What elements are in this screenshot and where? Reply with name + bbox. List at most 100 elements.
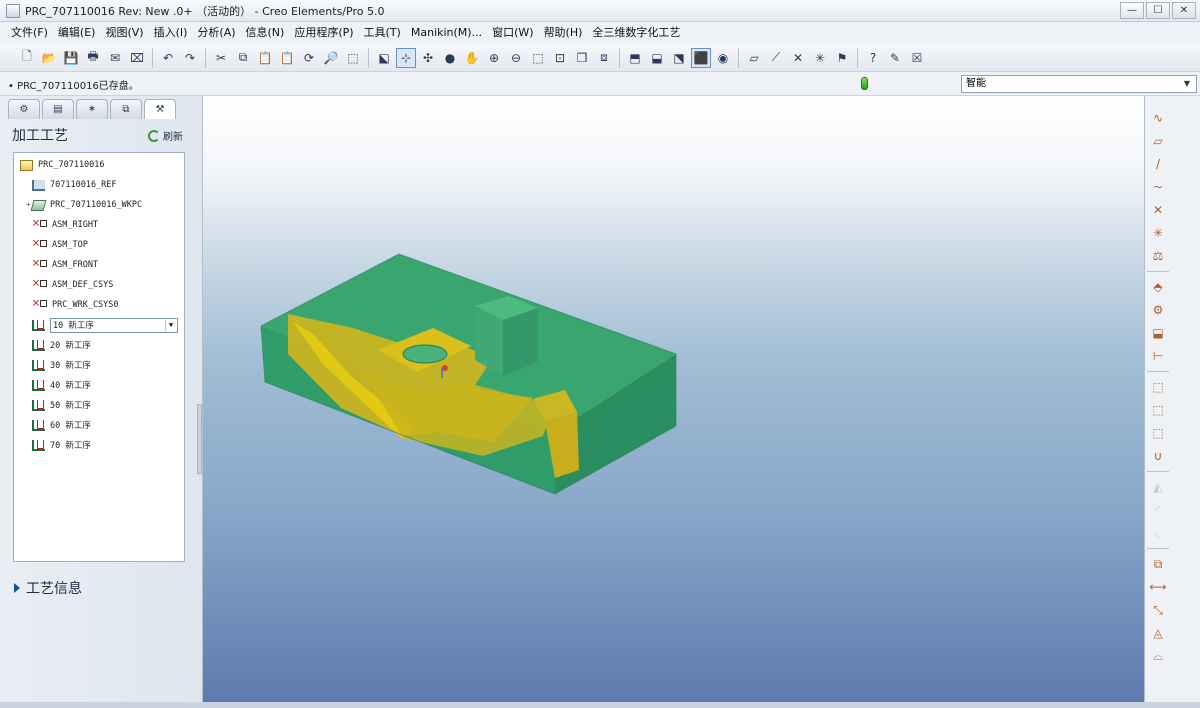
model-tree-icon[interactable]: ◉ — [713, 48, 733, 68]
tree-item[interactable]: 10 新工序 ▼ — [32, 316, 178, 334]
menu-item[interactable]: 分析(A) — [192, 22, 240, 44]
round-icon[interactable]: ◜ — [1148, 500, 1168, 520]
menu-item[interactable]: 窗口(W) — [487, 22, 538, 44]
no-hidden-icon[interactable]: ⬔ — [669, 48, 689, 68]
tree-item[interactable]: 70 新工序 — [32, 436, 91, 454]
paste-icon[interactable]: 📋 — [255, 48, 275, 68]
menu-item[interactable]: 视图(V) — [100, 22, 148, 44]
status-light-icon[interactable] — [861, 77, 868, 90]
search-icon[interactable]: 🔎 — [321, 48, 341, 68]
markup-icon[interactable]: ✎ — [885, 48, 905, 68]
tree-item[interactable]: ASM_DEF_CSYS — [32, 276, 113, 294]
send-mail-icon[interactable]: ✉ — [105, 48, 125, 68]
spin-center-icon[interactable]: ⊹ — [396, 47, 416, 68]
zoom-out-icon[interactable]: ⊖ — [506, 48, 526, 68]
axis-tool-icon[interactable]: / — [1148, 154, 1168, 174]
mill-volume-icon[interactable]: ⬓ — [1148, 323, 1168, 343]
favorites-tab-icon[interactable]: ✶ — [76, 99, 108, 119]
print-icon[interactable]: 🖶 — [83, 48, 103, 68]
menu-item[interactable]: 文件(F) — [6, 22, 53, 44]
hidden-line-icon[interactable]: ⬓ — [647, 48, 667, 68]
datum-axes-icon[interactable]: ⟋ — [766, 48, 786, 68]
repaint-icon[interactable]: ⬕ — [374, 48, 394, 68]
coord-sys-icon[interactable]: ✳ — [810, 48, 830, 68]
datum-planes-icon[interactable]: ▱ — [744, 48, 764, 68]
reorient-icon[interactable]: ⊡ — [550, 48, 570, 68]
menu-item[interactable]: 信息(N) — [241, 22, 290, 44]
chevron-down-icon[interactable]: ▼ — [165, 319, 176, 331]
menu-item[interactable]: 插入(I) — [149, 22, 193, 44]
copy-geom-icon[interactable]: ⧉ — [1148, 554, 1168, 574]
curve-tool-icon[interactable]: ~ — [1148, 177, 1168, 197]
offset-icon[interactable]: ⌓ — [1148, 646, 1168, 666]
wireframe-icon[interactable]: ⬒ — [625, 48, 645, 68]
save-icon[interactable]: 💾 — [61, 48, 81, 68]
tree-item[interactable]: + PRC_707110016_WKPC — [26, 196, 142, 214]
menu-item[interactable]: 工具(T) — [359, 22, 406, 44]
csys-tool-icon[interactable]: ✳ — [1148, 223, 1168, 243]
panel-splitter[interactable] — [197, 404, 202, 474]
tree-item[interactable]: 60 新工序 — [32, 416, 91, 434]
selection-filter-select[interactable]: 智能 ▼ — [961, 75, 1197, 93]
minimize-button[interactable]: — — [1120, 2, 1144, 19]
orient-mode-icon[interactable]: ✣ — [418, 48, 438, 68]
tree-item[interactable]: 50 新工序 — [32, 396, 91, 414]
pan-icon[interactable]: ✋ — [462, 48, 482, 68]
chamfer-icon[interactable]: ◟ — [1148, 523, 1168, 543]
exit-icon[interactable]: ☒ — [907, 48, 927, 68]
cut-icon[interactable]: ✂ — [211, 48, 231, 68]
datum-points-icon[interactable]: ✕ — [788, 48, 808, 68]
tree-item[interactable]: PRC_WRK_CSYS0 — [32, 296, 119, 314]
extend-icon[interactable]: ⤡ — [1148, 600, 1168, 620]
open-folder-icon[interactable]: 📂 — [39, 48, 59, 68]
saved-views-icon[interactable]: ❒ — [572, 48, 592, 68]
tree-item[interactable]: 707110016_REF — [32, 176, 117, 194]
expand-icon[interactable]: + — [26, 200, 31, 209]
nc-sequence-icon[interactable]: ⬚ — [1148, 377, 1168, 397]
tree-item[interactable]: PRC_707110016 — [20, 156, 105, 174]
process-tab-icon[interactable]: ⚒ — [144, 99, 176, 119]
appearance-icon[interactable]: ● — [440, 48, 460, 68]
folder-tab-icon[interactable]: ▤ — [42, 99, 74, 119]
close-window-icon[interactable]: ⌧ — [127, 48, 147, 68]
tree-item-edit-field[interactable]: 10 新工序 ▼ — [50, 317, 178, 333]
tree-item[interactable]: 20 新工序 — [32, 336, 91, 354]
sketch-tool-icon[interactable]: ∿ — [1148, 108, 1168, 128]
new-file-icon[interactable]: 🗋 — [17, 48, 37, 68]
annotation-icon[interactable]: ⚑ — [832, 48, 852, 68]
menu-item[interactable]: 编辑(E) — [53, 22, 101, 44]
analysis-feature-icon[interactable]: ⚖ — [1148, 246, 1168, 266]
mirror-icon[interactable]: ⟷ — [1148, 577, 1168, 597]
operation-icon[interactable]: ⚙ — [1148, 300, 1168, 320]
tree-item[interactable]: ASM_FRONT — [32, 256, 98, 274]
workcell-icon[interactable]: ⬘ — [1148, 277, 1168, 297]
plane-tool-icon[interactable]: ▱ — [1148, 131, 1168, 151]
regenerate-icon[interactable]: ⟳ — [299, 48, 319, 68]
menu-item[interactable]: 全三维数字化工艺 — [587, 22, 685, 44]
maximize-button[interactable]: ☐ — [1146, 2, 1170, 19]
refit-icon[interactable]: ⬚ — [528, 48, 548, 68]
profile-icon[interactable]: ∪ — [1148, 446, 1168, 466]
refresh-button[interactable]: 刷新 — [148, 128, 183, 143]
process-info-section[interactable]: 工艺信息 — [14, 578, 82, 598]
copy-icon[interactable]: ⧉ — [233, 48, 253, 68]
menu-item[interactable]: 帮助(H) — [539, 22, 588, 44]
context-help-icon[interactable]: ? — [863, 48, 883, 68]
layers-tab-icon[interactable]: ⧉ — [110, 99, 142, 119]
menu-item[interactable]: Manikin(M)... — [406, 22, 487, 44]
surface-icon[interactable]: ◬ — [1148, 623, 1168, 643]
menu-item[interactable]: 应用程序(P) — [289, 22, 358, 44]
tree-item[interactable]: ASM_TOP — [32, 236, 88, 254]
undo-icon[interactable]: ↶ — [158, 48, 178, 68]
model-tree-tab-icon[interactable]: ⚙ — [8, 99, 40, 119]
dimension-icon[interactable]: ⊢ — [1148, 346, 1168, 366]
sweep-icon[interactable]: ◭ — [1148, 477, 1168, 497]
tree-item[interactable]: ASM_RIGHT — [32, 216, 98, 234]
nc-sequence-3-icon[interactable]: ⬚ — [1148, 423, 1168, 443]
zoom-in-icon[interactable]: ⊕ — [484, 48, 504, 68]
redo-icon[interactable]: ↷ — [180, 48, 200, 68]
graphics-viewport[interactable] — [203, 96, 1144, 702]
chevron-down-icon[interactable]: ▼ — [1180, 77, 1194, 91]
tree-item[interactable]: 40 新工序 — [32, 376, 91, 394]
paste-special-icon[interactable]: 📋 — [277, 48, 297, 68]
